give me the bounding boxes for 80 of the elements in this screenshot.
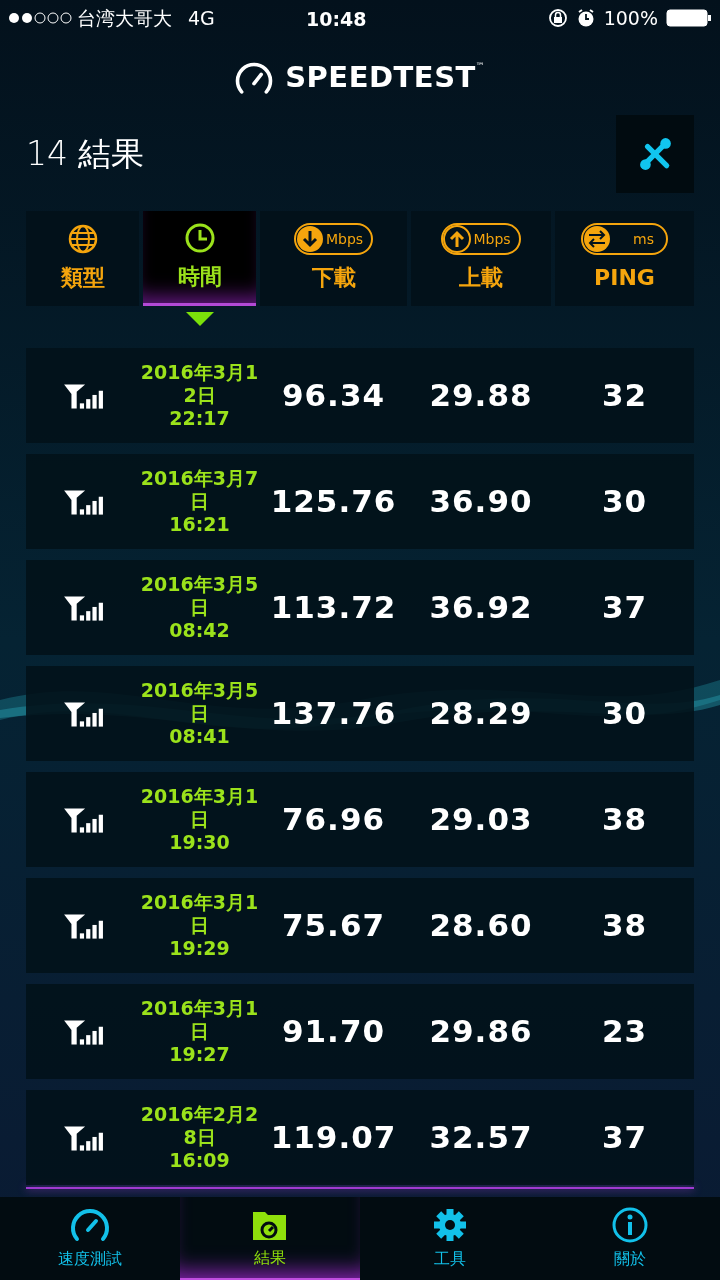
battery-percentage: 100%	[603, 5, 658, 31]
time-text: 19:27	[169, 1043, 230, 1066]
date-text: 2016年3月5日	[139, 573, 260, 619]
globe-icon	[66, 223, 99, 255]
upload-value: 29.86	[429, 1012, 533, 1052]
results-count-title: 14 結果	[26, 133, 145, 176]
speedometer-icon	[235, 61, 274, 95]
ping-value: 30	[601, 694, 648, 734]
download-value: 125.76	[270, 482, 397, 522]
result-row[interactable]: 2016年3月1日 19:30 76.96 29.03 38	[26, 772, 694, 867]
time-text: 08:41	[169, 725, 230, 748]
network-type: 4G	[188, 5, 215, 31]
column-header[interactable]: 時間	[143, 211, 256, 306]
upload-value: 28.29	[429, 694, 533, 734]
swap-arrows-icon	[583, 225, 612, 253]
column-label: 類型	[60, 264, 105, 292]
trademark-symbol: ™	[475, 60, 485, 74]
column-header[interactable]: Mbps 上載	[411, 211, 551, 306]
download-value: 96.34	[281, 376, 386, 416]
tab-button[interactable]: 速度測試	[0, 1197, 180, 1280]
ping-value: 37	[601, 588, 648, 628]
sort-descending-icon	[185, 312, 214, 326]
date-text: 2016年3月12日	[139, 361, 260, 407]
date-text: 2016年3月1日	[139, 997, 260, 1043]
date-text: 2016年3月1日	[139, 891, 260, 937]
clock-time: 10:48	[306, 7, 367, 32]
battery-icon	[666, 9, 712, 27]
ping-value: 37	[601, 1118, 648, 1158]
ping-value: 32	[601, 376, 648, 416]
upload-value: 28.60	[429, 906, 533, 946]
column-header[interactable]: ms PING	[555, 211, 694, 306]
ping-value: 30	[601, 482, 648, 522]
upload-value: 29.88	[429, 376, 533, 416]
column-header[interactable]: 類型	[26, 211, 139, 306]
result-row[interactable]: 2016年3月12日 22:17 96.34 29.88 32	[26, 348, 694, 443]
column-label: 上載	[459, 264, 503, 292]
upload-value: 36.92	[429, 588, 533, 628]
time-text: 08:42	[169, 619, 230, 642]
download-value: 119.07	[270, 1118, 397, 1158]
time-text: 16:09	[169, 1149, 230, 1172]
ping-value: 38	[601, 800, 648, 840]
download-value: 91.70	[281, 1012, 386, 1052]
time-text: 19:29	[169, 937, 230, 960]
unit-label: Mbps	[325, 229, 364, 249]
upload-value: 32.57	[429, 1118, 533, 1158]
upload-value: 29.03	[429, 800, 533, 840]
unit-label: ms	[633, 229, 654, 249]
date-text: 2016年2月28日	[139, 1103, 260, 1149]
column-label: 下載	[311, 264, 356, 292]
upload-value: 36.90	[429, 482, 533, 522]
ping-value: 23	[601, 1012, 648, 1052]
signal-strength-icon	[8, 11, 74, 25]
download-value: 137.76	[270, 694, 397, 734]
time-text: 16:21	[169, 513, 230, 536]
unit-label: Mbps	[473, 229, 511, 249]
info-icon	[612, 1206, 648, 1243]
rotation-lock-icon	[547, 8, 568, 28]
time-text: 19:30	[169, 831, 230, 854]
logo-text: SPEEDTEST	[285, 59, 476, 97]
result-row[interactable]: 2016年3月1日 19:29 75.67 28.60 38	[26, 878, 694, 973]
column-header[interactable]: Mbps 下載	[260, 211, 407, 306]
carrier-name: 台湾大哥大	[77, 5, 172, 31]
clock-icon	[183, 221, 216, 254]
tab-button[interactable]: 工具	[360, 1197, 540, 1280]
tab-button[interactable]: 關於	[540, 1197, 720, 1280]
download-value: 76.96	[281, 800, 386, 840]
download-value: 113.72	[270, 588, 397, 628]
column-label: 時間	[177, 262, 222, 291]
column-label: PING	[594, 264, 655, 292]
date-text: 2016年3月1日	[139, 785, 260, 831]
gear-icon	[432, 1206, 468, 1243]
speedometer-icon	[69, 1206, 111, 1243]
tools-button[interactable]	[616, 115, 694, 193]
result-row[interactable]: 2016年3月1日 19:27 91.70 29.86 23	[26, 984, 694, 1079]
date-text: 2016年3月5日	[139, 679, 260, 725]
ping-value: 38	[601, 906, 648, 946]
time-text: 22:17	[169, 407, 230, 430]
download-value: 75.67	[281, 906, 386, 946]
date-text: 2016年3月7日	[139, 467, 260, 513]
tab-button[interactable]: 結果	[180, 1197, 360, 1280]
